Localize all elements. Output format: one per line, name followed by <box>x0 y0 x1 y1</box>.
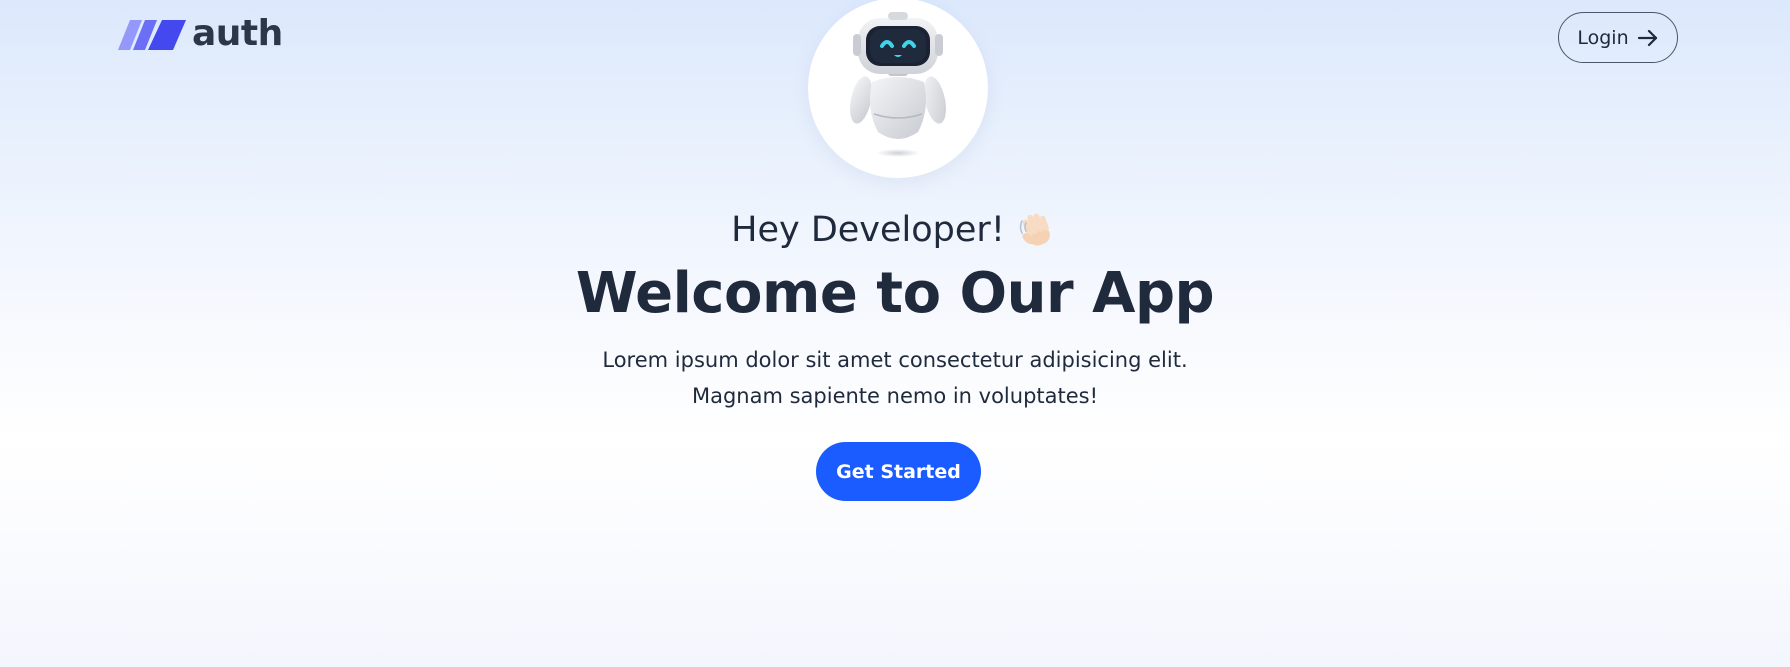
slanted-stripes-logo-icon <box>118 20 186 50</box>
waving-hand-icon <box>1017 209 1059 251</box>
brand-logo[interactable]: auth <box>118 13 283 54</box>
login-label: Login <box>1577 26 1629 49</box>
robot-avatar <box>808 0 988 178</box>
robot-icon <box>850 12 946 157</box>
login-button[interactable]: Login <box>1558 12 1678 63</box>
arrow-right-icon <box>1637 28 1659 48</box>
brand-name: auth <box>192 13 283 54</box>
hero-description: Lorem ipsum dolor sit amet consectetur a… <box>602 348 1188 408</box>
page-title: Welcome to Our App <box>575 261 1215 326</box>
greeting-text: Hey Developer! <box>731 210 1005 250</box>
greeting-row: Hey Developer! <box>0 204 1790 256</box>
get-started-button[interactable]: Get Started <box>816 442 981 501</box>
